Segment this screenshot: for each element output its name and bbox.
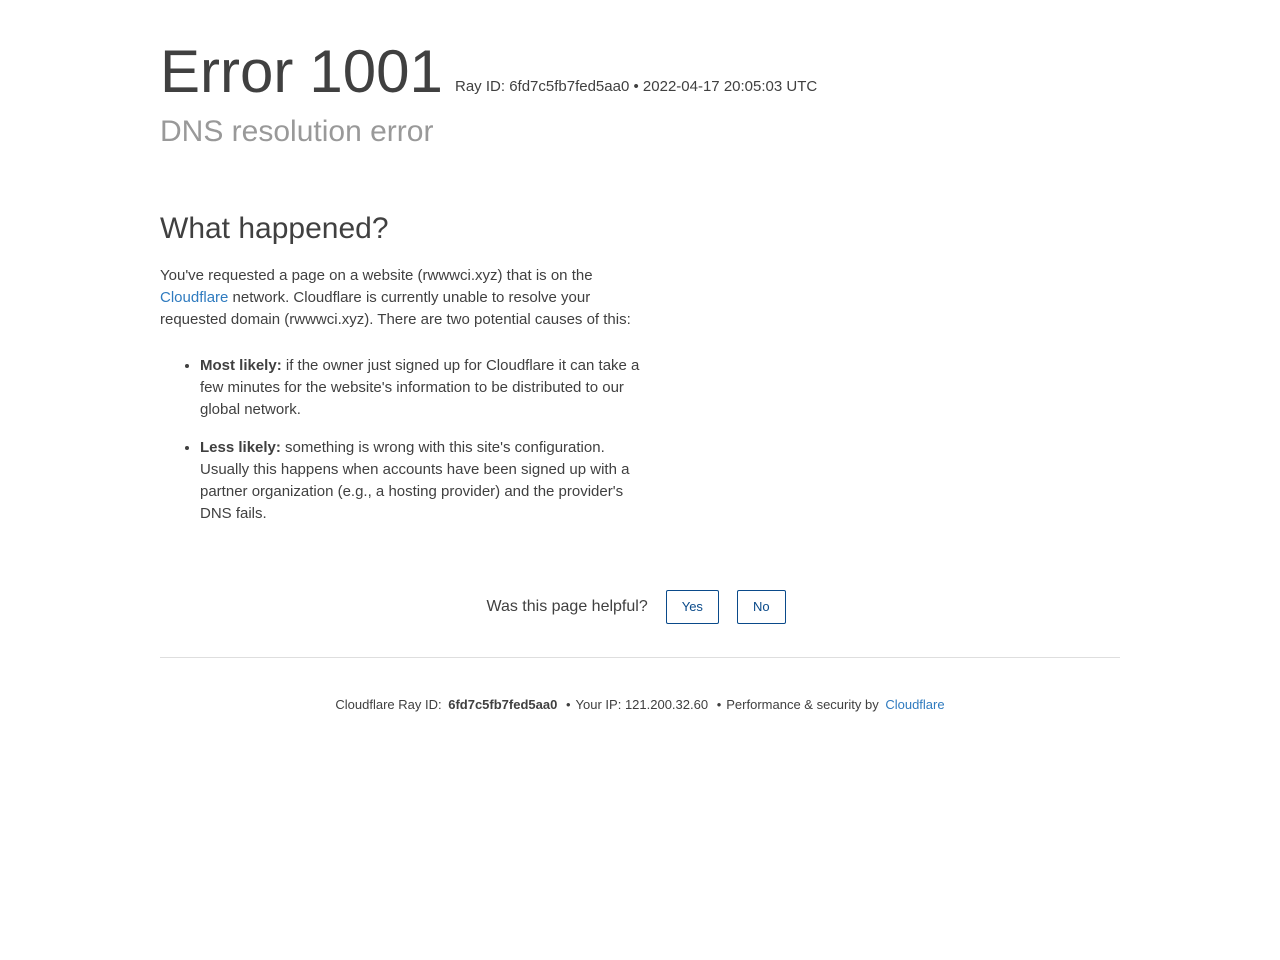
footer-ip-value: 121.200.32.60 [624, 697, 709, 712]
what-happened-heading: What happened? [160, 212, 389, 245]
feedback-yes-button[interactable]: Yes [665, 590, 719, 624]
error-timestamp: 2022-04-17 20:05:03 UTC [642, 78, 818, 95]
intro-text-part2: network. Cloudflare is currently unable … [160, 289, 631, 328]
error-code: 1001 [309, 38, 443, 105]
ray-id-separator: • [633, 78, 639, 95]
footer-cloudflare-link[interactable]: Cloudflare [885, 697, 944, 712]
footer-perf-label: Performance & security by [726, 697, 879, 712]
footer-ip-label: Your IP: [575, 697, 622, 712]
footer-separator: • [716, 697, 722, 712]
feedback-question: Was this page helpful? [486, 598, 648, 615]
explanation-paragraph: You've requested a page on a website (rw… [160, 265, 650, 331]
intro-text-part1: You've requested a page on a website (rw… [160, 267, 593, 284]
footer-ray-value: 6fd7c5fb7fed5aa0 [448, 697, 558, 712]
ray-id-label: Ray ID: [455, 78, 506, 95]
ray-id-value: 6fd7c5fb7fed5aa0 [509, 78, 630, 95]
list-item: Less likely: something is wrong with thi… [200, 437, 650, 525]
list-item: Most likely: if the owner just signed up… [200, 355, 650, 421]
page-wrapper: Error 1001 Ray ID: 6fd7c5fb7fed5aa0 • 202… [160, 0, 1120, 712]
footer-ray-label: Cloudflare Ray ID: [335, 697, 442, 712]
ray-id-line: Ray ID: 6fd7c5fb7fed5aa0 • 2022-04-17 20… [455, 78, 817, 96]
cloudflare-link[interactable]: Cloudflare [160, 289, 228, 306]
feedback-section: Was this page helpful? Yes No [160, 590, 1120, 624]
error-title: Error 1001 [160, 38, 443, 106]
footer-divider [160, 657, 1120, 658]
error-word: Error [160, 38, 294, 105]
footer: Cloudflare Ray ID: 6fd7c5fb7fed5aa0 • You… [160, 696, 1120, 714]
causes-list: Most likely: if the owner just signed up… [160, 355, 650, 541]
cause-label: Most likely: [200, 357, 282, 374]
feedback-no-button[interactable]: No [736, 590, 786, 624]
error-subtitle: DNS resolution error [160, 115, 434, 148]
error-header: Error 1001 Ray ID: 6fd7c5fb7fed5aa0 • 202… [160, 0, 1120, 170]
footer-separator: • [565, 697, 571, 712]
cause-label: Less likely: [200, 439, 281, 456]
